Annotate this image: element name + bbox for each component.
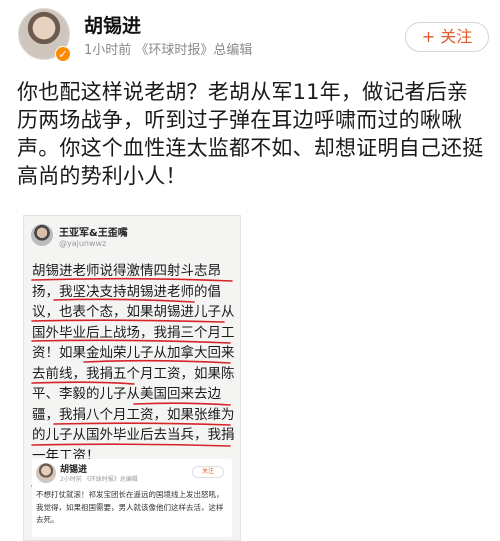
embedded-screenshot-image[interactable]: 王亚军&王歪嘴 @yajunwwz 胡锡进老师说得激情四射斗志昂扬，我坚决支持胡…	[23, 215, 241, 541]
post-meta: 1小时前 《环球时报》总编辑	[84, 43, 253, 58]
embedded-handle: @yajunwwz	[59, 239, 107, 248]
post-header: ✓ 胡锡进 1小时前 《环球时报》总编辑 + 关注	[0, 0, 500, 70]
quoted-post-text: 不想打仗就滚！祁发宝团长在遥远的国境线上发出怒吼，我觉得，如果祖国需要，男人就该…	[36, 490, 224, 524]
embedded-header: 王亚军&王歪嘴 @yajunwwz	[24, 216, 240, 258]
embedded-author-name: 王亚军&王歪嘴	[59, 228, 128, 239]
verified-badge-icon: ✓	[55, 46, 71, 62]
post-body-text: 你也配这样说老胡？老胡从军11年，做记者后亲历两场战争，听到过子弹在耳边呼啸而过…	[17, 80, 484, 188]
author-name[interactable]: 胡锡进	[84, 11, 141, 38]
follow-button[interactable]: + 关注	[405, 22, 489, 52]
quoted-avatar	[36, 463, 56, 483]
embedded-avatar	[31, 224, 53, 246]
embedded-post-text: 胡锡进老师说得激情四射斗志昂扬，我坚决支持胡锡进老师的倡议，也表个态，如果胡锡进…	[32, 263, 235, 464]
quoted-follow-button: 关注	[192, 466, 224, 478]
quoted-post-card: 胡锡进 2小时前 《环球时报》总编辑 关注 不想打仗就滚！祁发宝团长在遥远的国境…	[32, 459, 232, 537]
quoted-meta: 2小时前 《环球时报》总编辑	[60, 476, 138, 483]
